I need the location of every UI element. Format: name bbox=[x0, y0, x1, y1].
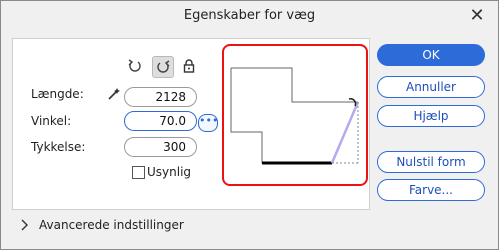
advanced-settings-toggle[interactable]: Avancerede indstillinger bbox=[21, 218, 184, 232]
more-options-icon: ••• bbox=[199, 114, 219, 127]
color-button[interactable]: Farve... bbox=[377, 179, 485, 201]
help-button[interactable]: Hjælp bbox=[377, 105, 485, 127]
more-options-button[interactable]: ••• bbox=[198, 114, 218, 132]
chevron-right-icon bbox=[21, 219, 28, 231]
close-button[interactable]: ✕ bbox=[466, 5, 488, 27]
length-label: Længde: bbox=[31, 87, 84, 101]
length-input[interactable] bbox=[124, 87, 197, 107]
wall-properties-dialog: Egenskaber for væg ✕ Længde: Vinkel: ••• bbox=[0, 0, 499, 250]
rotate-left-button[interactable] bbox=[125, 56, 145, 76]
title-bar: Egenskaber for væg ✕ bbox=[1, 1, 498, 33]
angle-input[interactable] bbox=[124, 111, 197, 131]
invisible-label: Usynlig bbox=[147, 165, 192, 179]
magic-wand-icon[interactable] bbox=[106, 86, 122, 102]
rotate-right-icon bbox=[157, 60, 170, 73]
reset-shape-button[interactable]: Nulstil form bbox=[377, 151, 485, 173]
rotate-left-icon bbox=[128, 59, 141, 72]
wall-preview bbox=[222, 44, 368, 186]
lock-icon bbox=[183, 59, 195, 73]
rotate-right-button[interactable] bbox=[152, 56, 174, 78]
invisible-checkbox[interactable] bbox=[132, 166, 145, 179]
wall-shape-preview bbox=[230, 67, 360, 165]
ok-button[interactable]: OK bbox=[377, 44, 485, 66]
thickness-label: Tykkelse: bbox=[31, 140, 86, 154]
cancel-button[interactable]: Annuller bbox=[377, 76, 485, 98]
lock-button[interactable] bbox=[179, 56, 199, 76]
dialog-title: Egenskaber for væg bbox=[183, 8, 316, 23]
advanced-settings-label: Avancerede indstillinger bbox=[39, 218, 184, 232]
thickness-input[interactable] bbox=[124, 137, 197, 157]
angle-label: Vinkel: bbox=[31, 114, 72, 128]
